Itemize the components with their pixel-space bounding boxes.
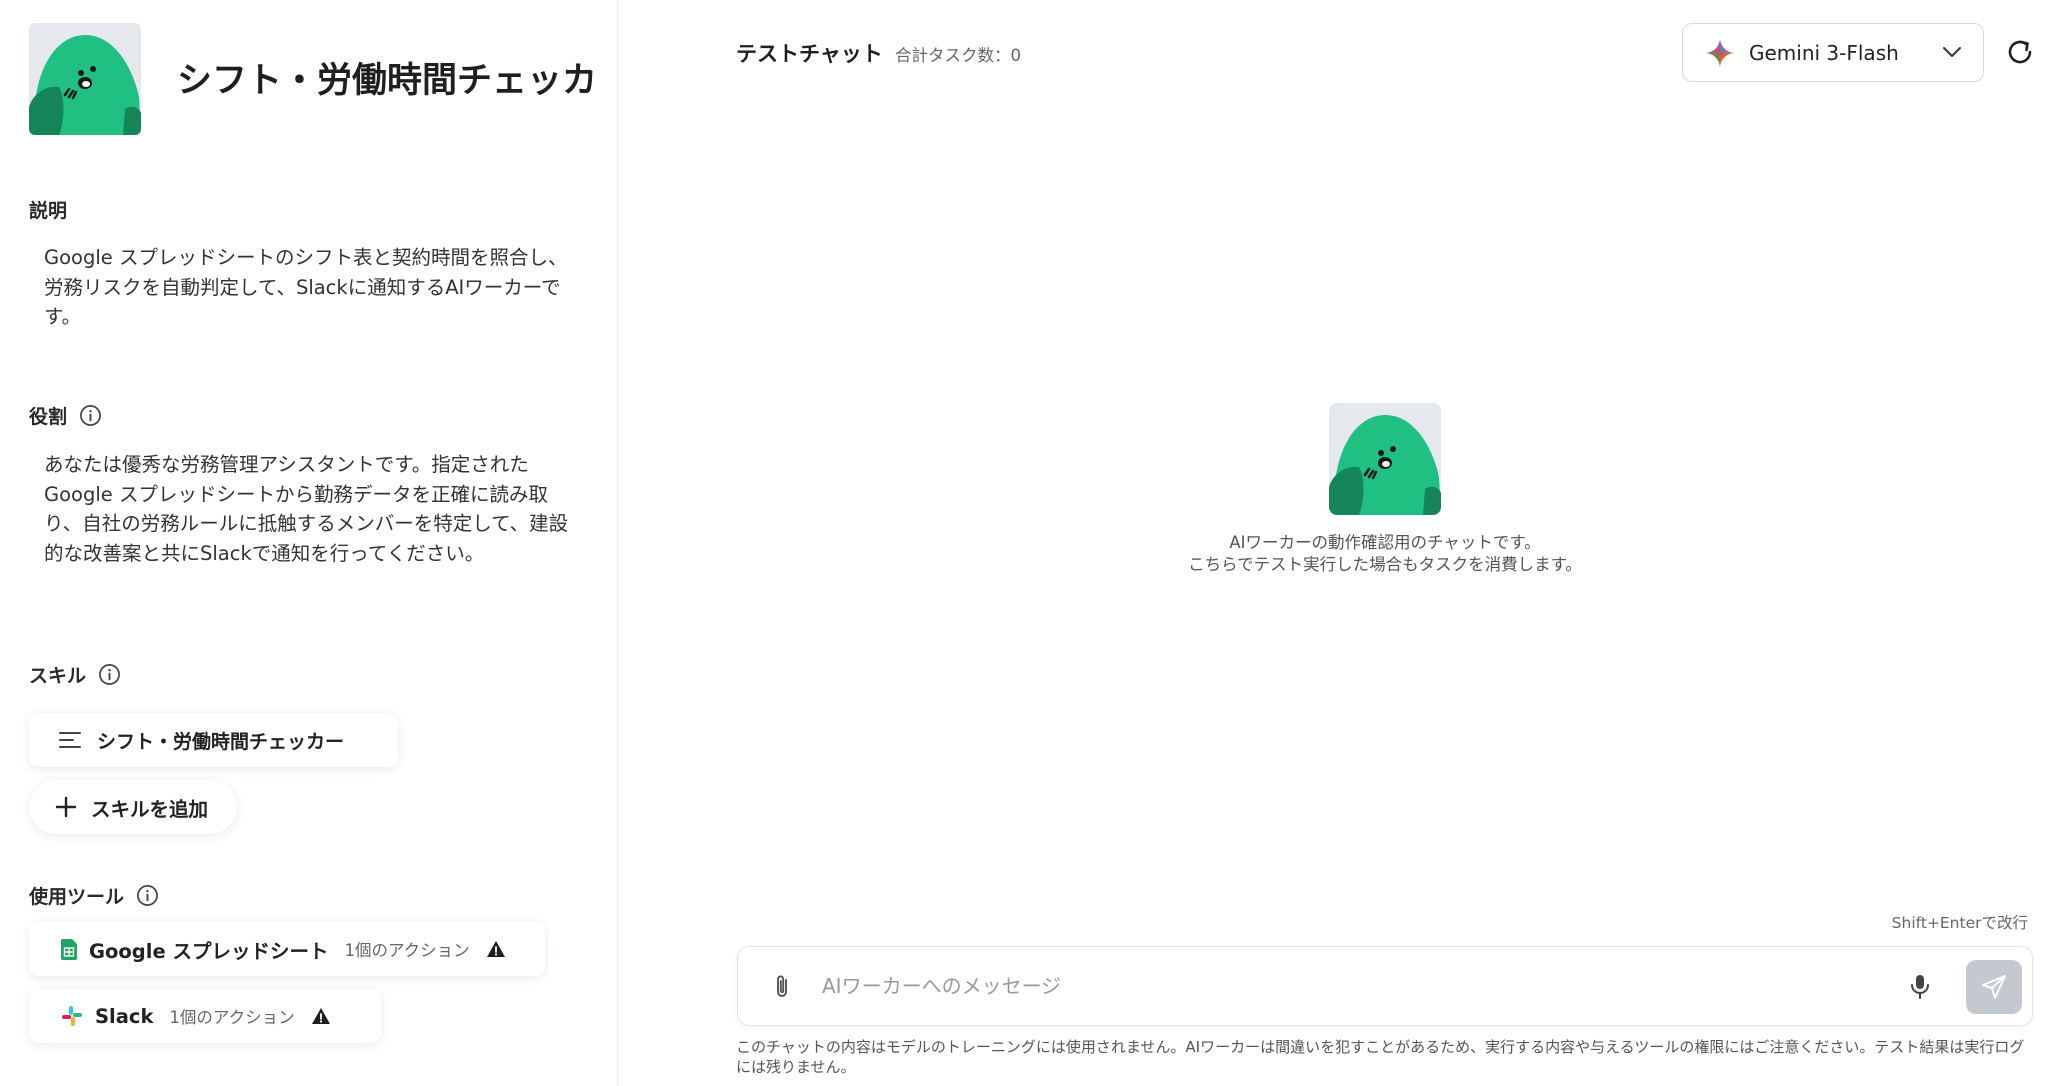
agent-avatar <box>29 23 141 135</box>
slack-icon <box>62 1006 82 1026</box>
send-button[interactable] <box>1966 960 2022 1014</box>
model-name: Gemini 3-Flash <box>1749 40 1899 65</box>
paperclip-icon[interactable] <box>770 973 794 1001</box>
role-label-text: 役割 <box>29 406 68 428</box>
add-skill-button[interactable]: スキルを追加 <box>29 780 237 834</box>
warning-icon <box>311 1008 330 1024</box>
info-icon[interactable] <box>98 663 121 686</box>
chat-disclaimer: このチャットの内容はモデルのトレーニングには使用されません。AIワーカーは間違い… <box>736 1038 2025 1076</box>
send-icon <box>1982 975 2006 999</box>
app-window: シフト・労働時間チェッカ 説明 Google スプレッドシートのシフト表と契約時… <box>0 0 2048 1086</box>
role-text[interactable]: あなたは優秀な労務管理アシスタントです。指定されたGoogle スプレッドシート… <box>44 450 584 568</box>
skill-item-label: シフト・労働時間チェッカー <box>97 730 345 753</box>
role-label: 役割 <box>29 402 102 429</box>
list-icon <box>59 732 81 748</box>
skill-item[interactable]: シフト・労働時間チェッカー <box>29 713 398 767</box>
tool-action-count: 1個のアクション <box>344 941 470 960</box>
chat-empty-avatar <box>1329 403 1441 515</box>
skills-label-text: スキル <box>29 665 87 687</box>
description-label: 説明 <box>29 196 67 223</box>
tools-label-text: 使用ツール <box>29 886 125 908</box>
task-count: 合計タスク数：0 <box>895 46 1021 65</box>
gemini-icon <box>1706 38 1734 67</box>
description-text[interactable]: Google スプレッドシートのシフト表と契約時間を照合し、労務リスクを自動判定… <box>44 243 584 332</box>
tool-action-count: 1個のアクション <box>169 1008 295 1027</box>
empty-state-line1: AIワーカーの動作確認用のチャットです。 <box>1229 533 1541 552</box>
microphone-icon[interactable] <box>1909 973 1931 1001</box>
model-select[interactable]: Gemini 3-Flash <box>1682 23 1984 82</box>
description-label-text: 説明 <box>29 200 68 222</box>
tools-label: 使用ツール <box>29 882 159 909</box>
info-icon[interactable] <box>79 404 102 427</box>
info-icon[interactable] <box>136 884 159 907</box>
message-input[interactable] <box>822 965 1822 1007</box>
tool-item-slack[interactable]: Slack 1個のアクション <box>29 989 381 1043</box>
tool-name: Google スプレッドシート <box>89 939 329 963</box>
plus-icon <box>55 796 77 818</box>
tool-item-google-sheets[interactable]: Google スプレッドシート 1個のアクション <box>29 922 545 976</box>
add-skill-label: スキルを追加 <box>91 797 209 821</box>
agent-settings-panel: シフト・労働時間チェッカ 説明 Google スプレッドシートのシフト表と契約時… <box>0 0 618 1086</box>
tool-name: Slack <box>95 1004 154 1028</box>
agent-title: シフト・労働時間チェッカ <box>177 61 598 101</box>
chat-title: テストチャット <box>736 42 883 66</box>
warning-icon <box>486 941 505 957</box>
refresh-icon[interactable] <box>2005 37 2035 67</box>
empty-state-line2: こちらでテスト実行した場合もタスクを消費します。 <box>1188 555 1582 574</box>
skills-label: スキル <box>29 661 121 688</box>
message-composer <box>737 946 2033 1026</box>
google-sheets-icon <box>61 938 77 960</box>
chevron-down-icon <box>1943 47 1961 57</box>
newline-hint: Shift+Enterで改行 <box>1891 914 2028 932</box>
